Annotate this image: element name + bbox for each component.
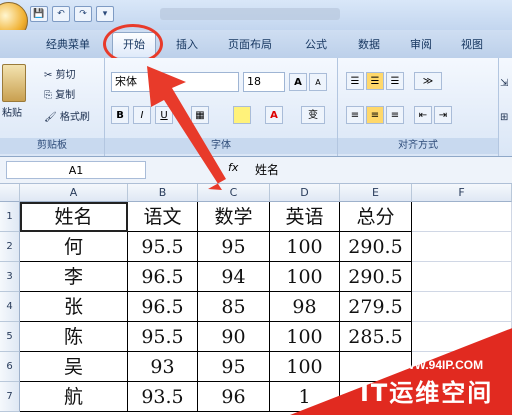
watermark-text: IT运维空间 bbox=[360, 379, 493, 407]
site-watermark: WWW.94IP.COM IT运维空间 bbox=[290, 325, 512, 415]
watermark-url: WWW.94IP.COM bbox=[392, 358, 483, 372]
red-arrow-shape bbox=[147, 66, 226, 190]
